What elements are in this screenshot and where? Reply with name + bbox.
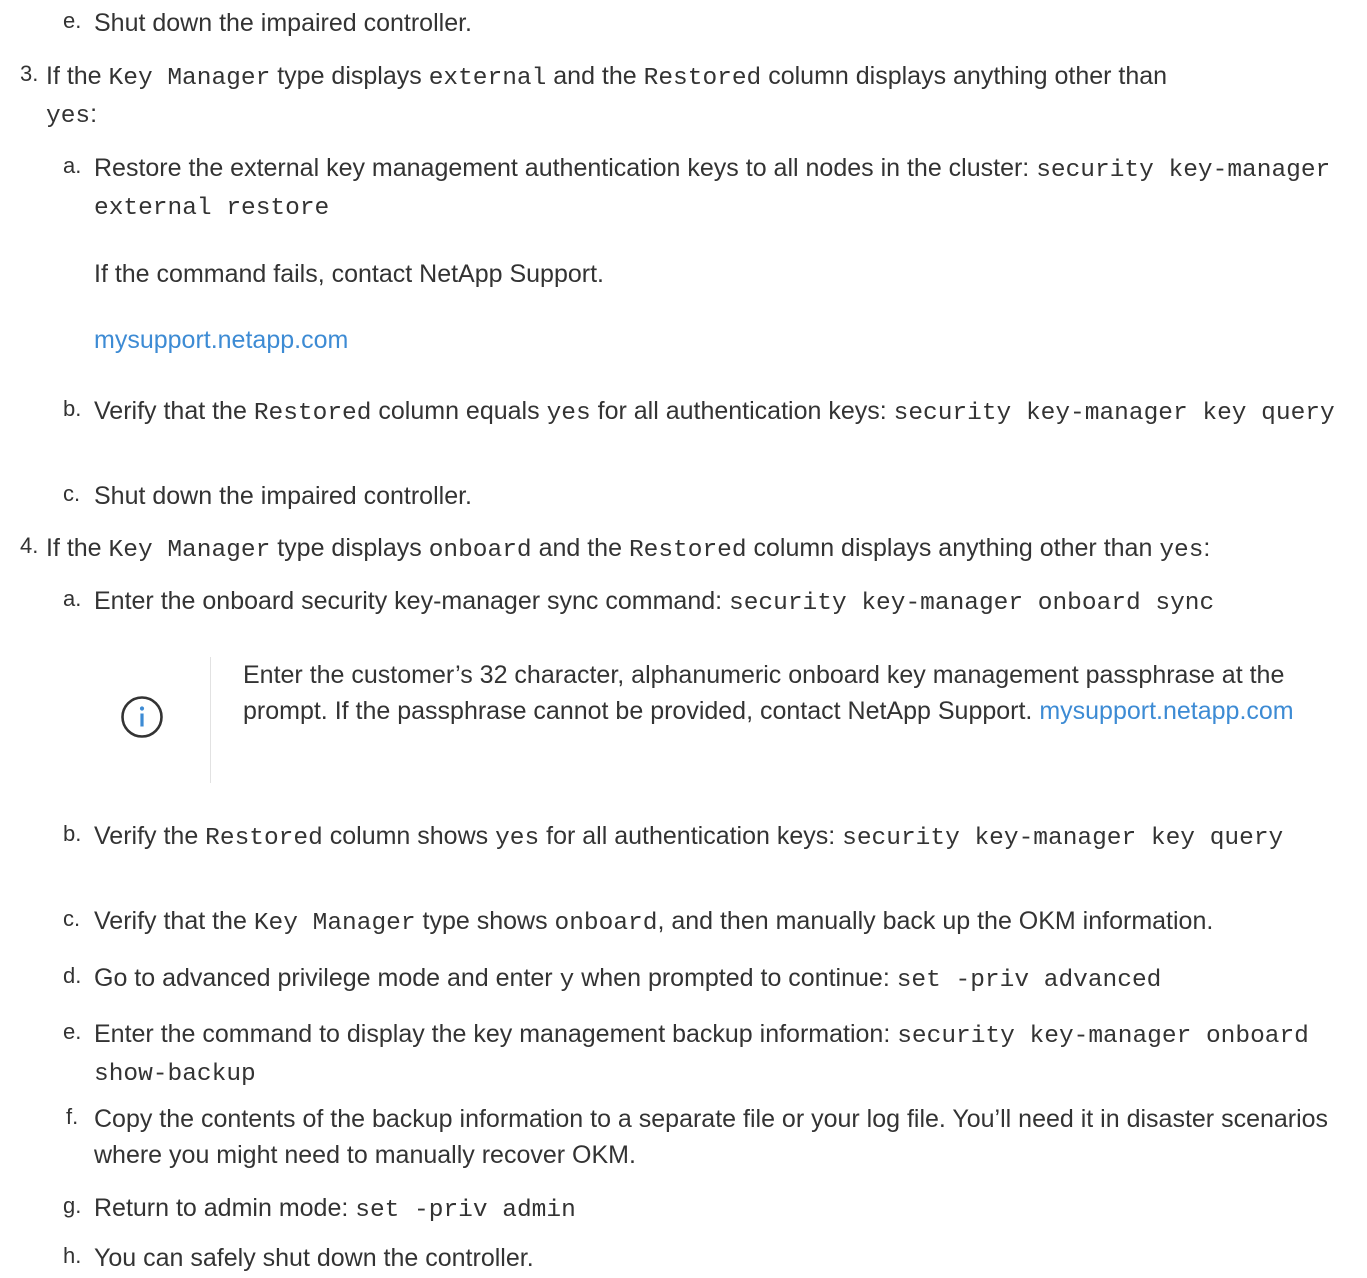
divider [210, 657, 211, 783]
list-marker: f. [66, 1104, 79, 1129]
list-text: Verify that the Key Manager type shows o… [94, 907, 1214, 937]
inline-code: Restored [643, 65, 762, 92]
inline-code: Restored [205, 825, 323, 852]
list-marker: a. [63, 586, 82, 611]
list-marker: 4. [20, 533, 39, 558]
list-text: Restore the external key management auth… [94, 154, 1331, 223]
list-marker: g. [63, 1193, 82, 1218]
inline-code: y [559, 967, 575, 994]
list-text: Shut down the impaired controller. [94, 9, 472, 37]
inline-code: onboard [428, 537, 532, 564]
command-code: security key-manager key query [842, 825, 1284, 852]
list-text: Copy the contents of the backup informat… [94, 1105, 1329, 1169]
inline-code: Key Manager [108, 537, 271, 564]
inline-code: yes [546, 400, 591, 427]
list-marker: c. [63, 481, 81, 506]
command-code: security key-manager key query [893, 400, 1335, 427]
list-text: If the Key Manager type displays externa… [46, 62, 1168, 131]
inline-code: Restored [628, 537, 747, 564]
list-marker: h. [63, 1243, 82, 1268]
list-text: If the Key Manager type displays onboard… [46, 534, 1211, 564]
note-admonition: Enter the customer’s 32 character, alpha… [90, 657, 1350, 783]
inline-code: yes [495, 825, 540, 852]
inline-code: Restored [253, 400, 372, 427]
inline-code: yes [1159, 537, 1204, 564]
inline-code: onboard [554, 910, 658, 937]
list-text: Enter the command to display the key man… [94, 1020, 1309, 1089]
command-code: set -priv advanced [896, 967, 1162, 994]
list-text: Verify the Restored column shows yes for… [94, 822, 1284, 852]
support-link[interactable]: mysupport.netapp.com [94, 322, 348, 358]
list-marker: d. [63, 963, 82, 988]
inline-code: yes [46, 103, 91, 131]
command-code: security key-manager onboard sync [729, 590, 1215, 617]
list-text: Verify that the Restored column equals y… [94, 397, 1335, 427]
support-link[interactable]: mysupport.netapp.com [1039, 697, 1293, 725]
list-marker: a. [63, 153, 82, 178]
list-marker: e. [63, 1019, 82, 1044]
list-marker: 3. [20, 61, 39, 86]
inline-code: external [428, 65, 547, 92]
list-text: Return to admin mode: set -priv admin [94, 1194, 576, 1224]
list-text: Go to advanced privilege mode and enter … [94, 964, 1162, 994]
inline-code: Key Manager [253, 910, 416, 937]
list-marker: b. [63, 821, 82, 846]
inline-code: Key Manager [108, 65, 271, 92]
info-icon [120, 695, 164, 739]
command-code: set -priv admin [355, 1197, 576, 1224]
list-marker: e. [63, 8, 82, 33]
note-text: Enter the customer’s 32 character, alpha… [243, 661, 1294, 725]
list-marker: b. [63, 396, 82, 421]
paragraph: If the command fails, contact NetApp Sup… [94, 260, 604, 288]
list-text: Shut down the impaired controller. [94, 482, 472, 510]
list-text: You can safely shut down the controller. [94, 1244, 534, 1272]
list-marker: c. [63, 906, 81, 931]
list-text: Enter the onboard security key-manager s… [94, 587, 1215, 617]
